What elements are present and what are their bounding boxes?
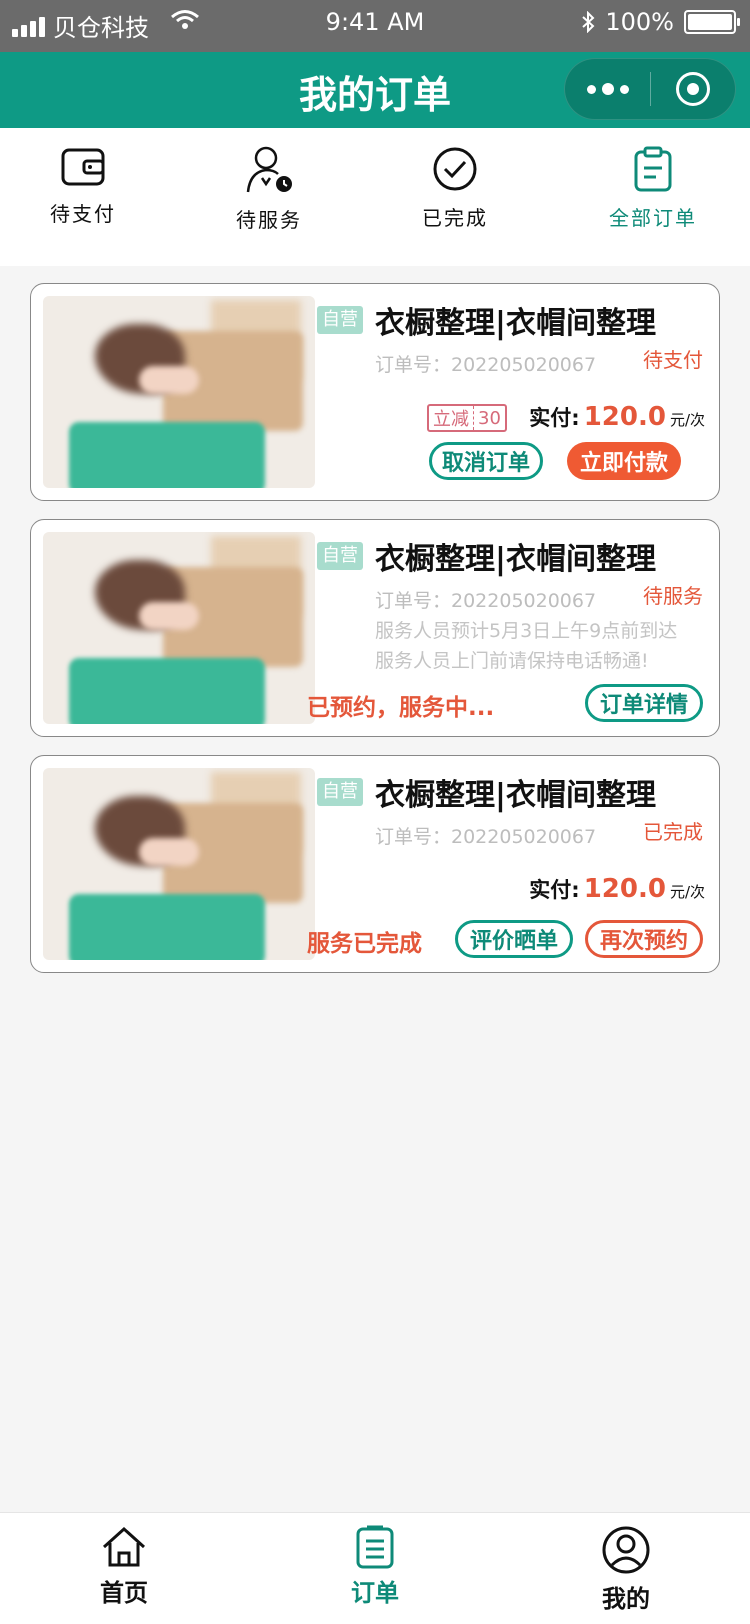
nav-label: 我的 xyxy=(602,1585,650,1613)
person-clock-icon xyxy=(246,146,292,193)
tab-all-orders[interactable]: 全部订单 xyxy=(578,146,728,231)
service-title: 衣橱整理|衣帽间整理 xyxy=(375,778,656,813)
tab-pending-payment[interactable]: 待支付 xyxy=(8,146,158,227)
order-status-tabs: 待支付 待服务 已完成 全部订单 xyxy=(0,128,750,266)
dot-icon xyxy=(586,84,596,94)
tab-label: 待支付 xyxy=(50,202,116,226)
tab-label: 全部订单 xyxy=(609,206,697,230)
nav-orders[interactable]: 订单 xyxy=(295,1525,455,1608)
discount-value: 30 xyxy=(478,407,501,429)
dot-icon xyxy=(619,84,629,94)
tab-completed[interactable]: 已完成 xyxy=(380,146,530,231)
price-unit: 元/次 xyxy=(669,411,705,429)
battery-icon xyxy=(684,10,740,34)
price-value: 120.0 xyxy=(583,874,666,904)
service-thumbnail xyxy=(43,532,315,724)
home-icon xyxy=(102,1526,146,1567)
service-title: 衣橱整理|衣帽间整理 xyxy=(375,542,656,577)
target-icon xyxy=(675,72,710,106)
service-thumbnail xyxy=(43,768,315,960)
phone-note: 服务人员上门前请保持电话畅通! xyxy=(375,650,649,672)
wallet-icon xyxy=(61,148,105,186)
bottom-nav: 首页 订单 我的 xyxy=(0,1512,750,1624)
tab-pending-service[interactable]: 待服务 xyxy=(194,146,344,233)
order-number: 订单号：202205020067 xyxy=(375,826,597,848)
book-again-button[interactable]: 再次预约 xyxy=(585,920,703,958)
order-details-button[interactable]: 订单详情 xyxy=(585,684,703,722)
price-label: 实付: xyxy=(529,406,580,430)
price-value: 120.0 xyxy=(583,402,666,432)
discount-tag: 立减 30 xyxy=(427,404,507,432)
price-row: 实付: 120.0 元/次 xyxy=(529,874,705,904)
battery-percent: 100% xyxy=(605,8,674,36)
arrival-note: 服务人员预计5月3日上午9点前到达 xyxy=(375,620,678,642)
self-operated-badge: 自营 xyxy=(317,542,363,570)
self-operated-badge: 自营 xyxy=(317,778,363,806)
order-card[interactable]: 自营 衣橱整理|衣帽间整理 订单号：202205020067 待支付 立减 30… xyxy=(30,283,720,501)
order-number: 订单号：202205020067 xyxy=(375,354,597,376)
self-operated-badge: 自营 xyxy=(317,306,363,334)
order-status: 待服务 xyxy=(643,584,703,608)
order-list-icon xyxy=(356,1525,394,1569)
nav-home[interactable]: 首页 xyxy=(44,1525,204,1608)
service-state-text: 服务已完成 xyxy=(307,931,422,957)
price-row: 实付: 120.0 元/次 xyxy=(529,402,705,432)
close-miniprogram-button[interactable] xyxy=(651,58,735,120)
check-circle-icon xyxy=(433,147,477,191)
tab-label: 已完成 xyxy=(422,206,488,230)
status-right: 100% xyxy=(581,8,740,36)
order-number: 订单号：202205020067 xyxy=(375,590,597,612)
status-bar: 贝仓科技 9:41 AM 100% xyxy=(0,0,750,52)
more-menu-button[interactable] xyxy=(565,58,650,120)
price-label: 实付: xyxy=(529,878,580,902)
nav-header: 我的订单 xyxy=(0,52,750,128)
mini-program-capsule xyxy=(564,58,736,120)
discount-label: 立减 xyxy=(429,406,474,430)
pay-now-button[interactable]: 立即付款 xyxy=(567,442,681,480)
bluetooth-icon xyxy=(582,11,595,33)
order-status: 待支付 xyxy=(643,348,703,372)
order-card[interactable]: 自营 衣橱整理|衣帽间整理 订单号：202205020067 已完成 实付: 1… xyxy=(30,755,720,973)
order-status: 已完成 xyxy=(643,820,703,844)
clipboard-icon xyxy=(634,146,672,192)
nav-label: 订单 xyxy=(351,1579,399,1607)
dot-icon xyxy=(601,83,614,95)
service-thumbnail xyxy=(43,296,315,488)
nav-profile[interactable]: 我的 xyxy=(546,1525,706,1614)
service-title: 衣橱整理|衣帽间整理 xyxy=(375,306,656,341)
cancel-order-button[interactable]: 取消订单 xyxy=(429,442,543,480)
nav-label: 首页 xyxy=(100,1579,148,1607)
order-card[interactable]: 自营 衣橱整理|衣帽间整理 订单号：202205020067 待服务 服务人员预… xyxy=(30,519,720,737)
service-state-text: 已预约，服务中... xyxy=(307,695,495,721)
price-unit: 元/次 xyxy=(669,883,705,901)
review-button[interactable]: 评价晒单 xyxy=(455,920,573,958)
tab-label: 待服务 xyxy=(236,208,302,232)
user-icon xyxy=(602,1526,650,1574)
